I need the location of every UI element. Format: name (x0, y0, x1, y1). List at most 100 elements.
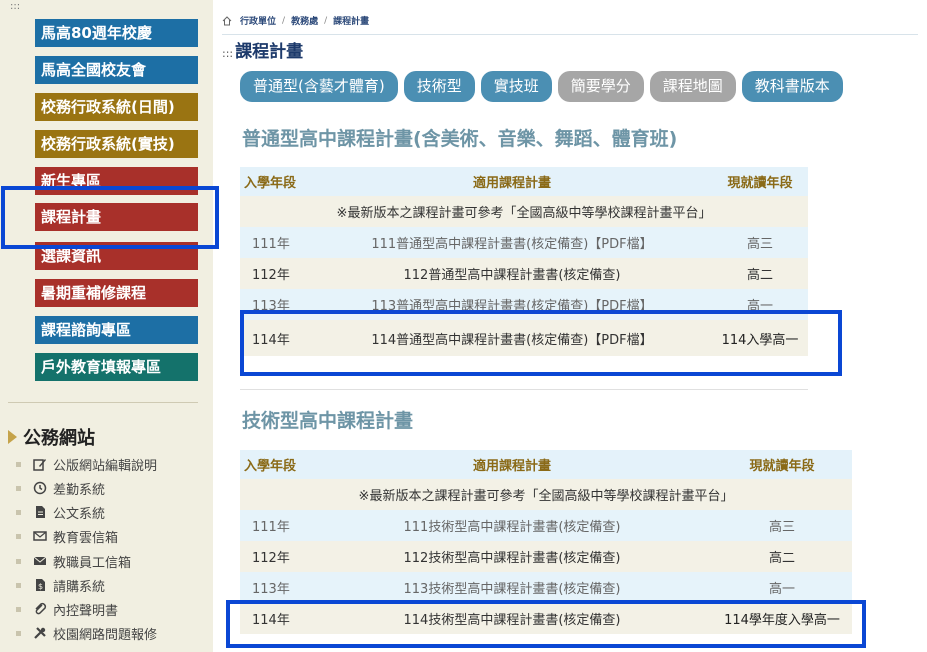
triangle-icon (8, 430, 17, 444)
bullet-icon (16, 461, 21, 467)
header-enrollment-year: 入學年段 (240, 450, 312, 479)
link-label: 公文系統 (53, 506, 106, 522)
link-staff-mail[interactable]: 教職員工信箱 (16, 550, 131, 572)
highlight-box (1, 186, 219, 249)
breadcrumb-item[interactable]: 行政單位 (240, 14, 276, 27)
section-divider (240, 389, 808, 390)
highlight-box (226, 600, 866, 648)
header-current-grade: 現就讀年段 (712, 167, 808, 196)
section-title-text: 公務網站 (23, 428, 95, 449)
row-grade: 高二 (712, 541, 852, 572)
paperclip-icon (35, 602, 47, 615)
link-label: 內控聲明書 (53, 603, 119, 619)
row-plan-link[interactable]: 113技術型高中課程計畫書(核定備查) (312, 572, 712, 603)
link-label: 教職員工信箱 (53, 555, 132, 571)
link-document-system[interactable]: 公文系統 (16, 501, 105, 523)
tools-icon (34, 627, 46, 639)
row-year: 112年 (240, 541, 312, 572)
table-header-row: 入學年段 適用課程計畫 現就讀年段 (240, 450, 852, 479)
page-title-prefix: ::: (222, 47, 234, 60)
table-header-row: 入學年段 適用課程計畫 現就讀年段 (240, 167, 808, 196)
link-attendance[interactable]: 差勤系統 (16, 477, 105, 499)
breadcrumb-separator: / (324, 15, 328, 26)
sidebar-section-title: 公務網站 (8, 424, 95, 450)
sidebar-item-alumni[interactable]: 馬高全國校友會 (35, 56, 198, 84)
tab-practical-class[interactable]: 實技班 (480, 71, 552, 102)
table-row: 113年 113技術型高中課程計畫書(核定備查) 高一 (240, 572, 852, 603)
title-divider (222, 34, 918, 35)
bullet-icon (16, 630, 21, 636)
link-label: 校園網路問題報修 (53, 627, 158, 643)
home-icon[interactable] (222, 15, 232, 26)
row-plan-link[interactable]: 111普通型高中課程計畫書(核定備查)【PDF檔】 (312, 227, 712, 258)
row-year: 113年 (240, 572, 312, 603)
link-website-guide[interactable]: 公版網站編輯說明 (16, 453, 157, 475)
sidebar-item-course-consulting[interactable]: 課程諮詢專區 (35, 316, 198, 344)
row-plan-link[interactable]: 111技術型高中課程計畫書(核定備查) (312, 510, 712, 541)
sidebar-item-admin-practical[interactable]: 校務行政系統(實技) (35, 130, 198, 158)
tab-credit-summary[interactable]: 簡要學分 (557, 71, 644, 102)
table-row: 111年 111技術型高中課程計畫書(核定備查) 高三 (240, 510, 852, 541)
sidebar-item-outdoor-education[interactable]: 戶外教育填報專區 (35, 353, 198, 381)
notice-link[interactable]: ※最新版本之課程計畫可參考「全國高級中等學校課程計畫平台」 (240, 196, 808, 227)
row-year: 111年 (240, 510, 312, 541)
highlight-box (240, 310, 842, 376)
svg-text:$: $ (38, 582, 43, 591)
header-enrollment-year: 入學年段 (240, 167, 312, 196)
page-title: ::: 課程計畫 (222, 37, 303, 62)
envelope-outline-icon (33, 531, 47, 541)
tab-general[interactable]: 普通型(含藝才體育) (240, 71, 398, 102)
sidebar-item-admin-day[interactable]: 校務行政系統(日間) (35, 93, 198, 121)
envelope-icon (33, 556, 47, 565)
row-year: 111年 (240, 227, 312, 258)
link-label: 教育雲信箱 (53, 530, 119, 546)
row-year: 112年 (240, 258, 312, 289)
table-row: 111年 111普通型高中課程計畫書(核定備查)【PDF檔】 高三 (240, 227, 808, 258)
general-section-title: 普通型高中課程計畫(含美術、音樂、舞蹈、體育班) (242, 128, 678, 150)
clock-icon (33, 481, 47, 495)
bullet-icon (16, 509, 21, 515)
header-applicable-plan: 適用課程計畫 (312, 167, 712, 196)
sidebar-divider (8, 402, 198, 403)
link-internal-control[interactable]: 內控聲明書 (16, 598, 118, 620)
row-grade: 高一 (712, 572, 852, 603)
edit-icon (33, 459, 46, 471)
row-plan-link[interactable]: 112普通型高中課程計畫書(核定備查) (312, 258, 712, 289)
course-tabs: 普通型(含藝才體育) 技術型 實技班 簡要學分 課程地圖 教科書版本 (240, 71, 843, 102)
row-grade: 高三 (712, 510, 852, 541)
tab-course-map[interactable]: 課程地圖 (649, 71, 736, 102)
table-notice-row: ※最新版本之課程計畫可參考「全國高級中等學校課程計畫平台」 (240, 479, 852, 510)
breadcrumb: 行政單位 / 教務處 / 課程計畫 (222, 14, 369, 27)
table-row: 112年 112普通型高中課程計畫書(核定備查) 高二 (240, 258, 808, 289)
link-network-repair[interactable]: 校園網路問題報修 (16, 622, 157, 644)
sidebar-item-summer-makeup[interactable]: 暑期重補修課程 (35, 279, 198, 307)
row-grade: 高二 (712, 258, 808, 289)
row-plan-link[interactable]: 112技術型高中課程計畫書(核定備查) (312, 541, 712, 572)
bullet-icon (16, 558, 21, 564)
header-applicable-plan: 適用課程計畫 (312, 450, 712, 479)
bullet-icon (16, 582, 21, 588)
sidebar-item-80th-anniversary[interactable]: 馬高80週年校慶 (35, 19, 198, 47)
bullet-icon (16, 606, 21, 612)
link-purchase-system[interactable]: $ 請購系統 (16, 574, 105, 596)
bullet-icon (16, 533, 21, 539)
table-notice-row: ※最新版本之課程計畫可參考「全國高級中等學校課程計畫平台」 (240, 196, 808, 227)
page-title-text: 課程計畫 (235, 42, 304, 62)
table-row: 112年 112技術型高中課程計畫書(核定備查) 高二 (240, 541, 852, 572)
tab-technical[interactable]: 技術型 (403, 71, 475, 102)
breadcrumb-item[interactable]: 教務處 (291, 14, 318, 27)
notice-link[interactable]: ※最新版本之課程計畫可參考「全國高級中等學校課程計畫平台」 (240, 479, 852, 510)
breadcrumb-separator: / (282, 15, 286, 26)
sidebar-accesskey[interactable]: ::: (10, 0, 20, 14)
sidebar: ::: 馬高80週年校慶 馬高全國校友會 校務行政系統(日間) 校務行政系統(實… (0, 0, 213, 652)
link-label: 公版網站編輯說明 (53, 458, 158, 474)
bullet-icon (16, 485, 21, 491)
breadcrumb-item[interactable]: 課程計畫 (333, 14, 369, 27)
link-edu-cloud-mail[interactable]: 教育雲信箱 (16, 525, 118, 547)
row-grade: 高三 (712, 227, 808, 258)
link-label: 請購系統 (53, 579, 106, 595)
document-icon (36, 506, 45, 518)
header-current-grade: 現就讀年段 (712, 450, 852, 479)
technical-section-title: 技術型高中課程計畫 (242, 410, 414, 432)
tab-textbook-version[interactable]: 教科書版本 (741, 71, 843, 102)
